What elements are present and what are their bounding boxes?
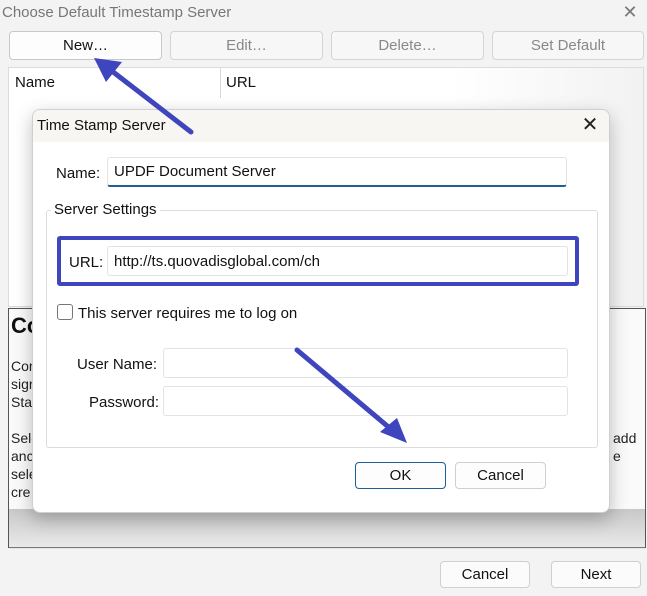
cancel-button[interactable]: Cancel bbox=[455, 462, 546, 489]
description-line: Cor bbox=[11, 358, 34, 374]
server-settings-label: Server Settings bbox=[51, 201, 160, 218]
time-stamp-server-dialog: Time Stamp Server ✕ Name: Server Setting… bbox=[32, 109, 610, 513]
column-separator[interactable] bbox=[220, 68, 221, 98]
description-line: sigr bbox=[11, 376, 34, 392]
column-header-url[interactable]: URL bbox=[226, 74, 256, 91]
dialog-titlebar[interactable]: Time Stamp Server ✕ bbox=[33, 110, 609, 142]
new-button[interactable]: New… bbox=[9, 31, 162, 60]
footer-next-button[interactable]: Next bbox=[551, 561, 641, 588]
login-checkbox-label[interactable]: This server requires me to log on bbox=[78, 305, 297, 322]
password-input[interactable] bbox=[163, 386, 568, 416]
edit-button[interactable]: Edit… bbox=[170, 31, 323, 60]
list-header: Name URL bbox=[9, 68, 643, 98]
delete-button[interactable]: Delete… bbox=[331, 31, 484, 60]
url-label: URL: bbox=[69, 254, 104, 271]
set-default-button[interactable]: Set Default bbox=[492, 31, 644, 60]
ok-button[interactable]: OK bbox=[355, 462, 446, 489]
url-input[interactable] bbox=[107, 246, 568, 276]
dialog-close-icon[interactable]: ✕ bbox=[578, 113, 602, 137]
window-close-icon[interactable]: ✕ bbox=[620, 2, 640, 22]
footer-cancel-button[interactable]: Cancel bbox=[440, 561, 530, 588]
username-label: User Name: bbox=[77, 356, 158, 373]
description-line: add bbox=[613, 430, 637, 446]
login-checkbox[interactable] bbox=[57, 304, 73, 320]
window-title: Choose Default Timestamp Server bbox=[2, 4, 232, 21]
description-line: e bbox=[613, 448, 621, 464]
description-line: Sta bbox=[11, 394, 33, 410]
column-header-name[interactable]: Name bbox=[15, 74, 55, 91]
password-label: Password: bbox=[89, 394, 160, 411]
username-input[interactable] bbox=[163, 348, 568, 378]
dialog-shadow bbox=[9, 509, 645, 549]
description-line: anc bbox=[11, 448, 34, 464]
name-input[interactable] bbox=[107, 157, 567, 187]
name-label: Name: bbox=[56, 165, 101, 182]
description-line: cre bbox=[11, 484, 31, 500]
dialog-title: Time Stamp Server bbox=[37, 117, 166, 134]
